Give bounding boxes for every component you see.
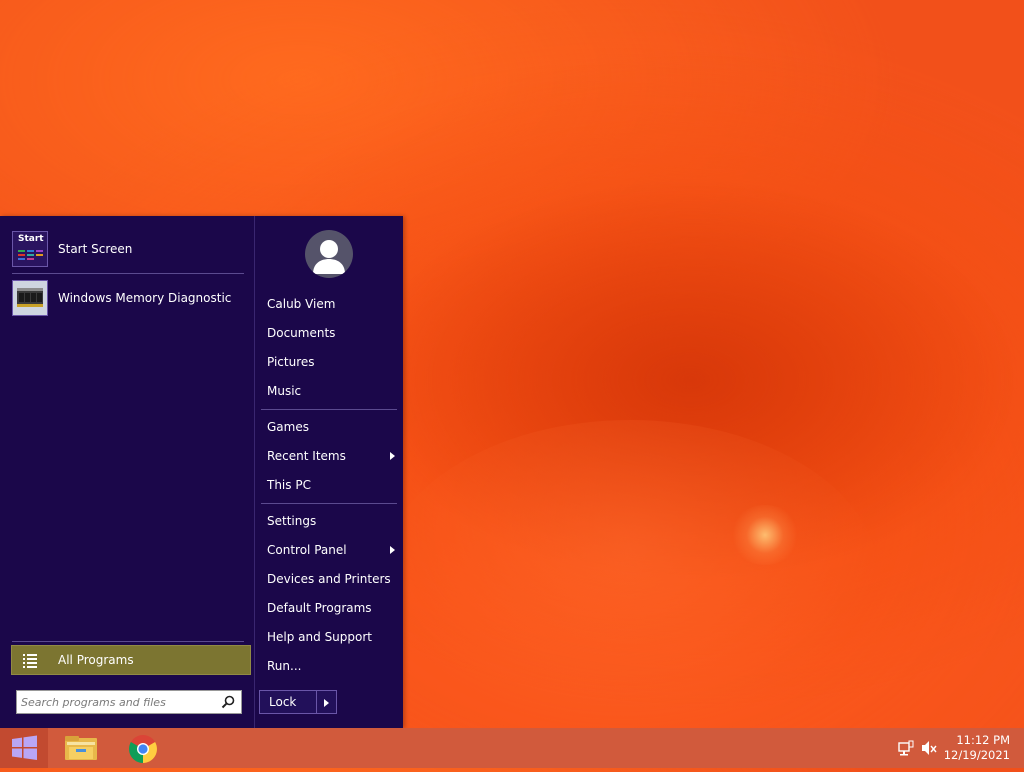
pinned-item-label: Start Screen bbox=[58, 242, 133, 256]
list-icon bbox=[23, 653, 37, 668]
submenu-arrow-icon bbox=[390, 546, 395, 554]
user-name: Calub Viem bbox=[267, 297, 336, 311]
menu-item-documents[interactable]: Documents bbox=[267, 322, 399, 344]
user-icon bbox=[313, 240, 345, 274]
menu-item-this-pc[interactable]: This PC bbox=[267, 474, 399, 496]
tray-network[interactable] bbox=[892, 728, 920, 768]
chevron-right-icon bbox=[324, 699, 329, 707]
network-icon bbox=[898, 740, 914, 756]
menu-item-label: This PC bbox=[267, 478, 311, 492]
menu-item-label: Devices and Printers bbox=[267, 572, 391, 586]
lock-button[interactable]: Lock bbox=[259, 690, 317, 714]
avatar[interactable] bbox=[305, 230, 353, 278]
menu-item-label: Run... bbox=[267, 659, 302, 673]
menu-item-label: Recent Items bbox=[267, 449, 346, 463]
menu-item-label: Help and Support bbox=[267, 630, 372, 644]
start-menu: Start Start Screen Windows Memory Diagno… bbox=[0, 216, 403, 728]
menu-item-label: Control Panel bbox=[267, 543, 347, 557]
clock-time: 11:12 PM bbox=[956, 733, 1010, 747]
menu-item-settings[interactable]: Settings bbox=[267, 510, 399, 532]
lock-group: Lock bbox=[259, 690, 337, 714]
pinned-separator bbox=[12, 273, 244, 274]
taskbar-file-explorer[interactable] bbox=[54, 728, 110, 768]
memory-chip-icon bbox=[12, 280, 48, 316]
pinned-item-label: Windows Memory Diagnostic bbox=[58, 291, 232, 305]
menu-item-control-panel[interactable]: Control Panel bbox=[267, 539, 399, 561]
lock-options-button[interactable] bbox=[317, 690, 337, 714]
menu-item-devices-and-printers[interactable]: Devices and Printers bbox=[267, 568, 399, 590]
taskbar-chrome[interactable] bbox=[115, 728, 171, 768]
taskbar: 11:12 PM 12/19/2021 bbox=[0, 728, 1024, 768]
menu-item-pictures[interactable]: Pictures bbox=[267, 351, 399, 373]
search-icon[interactable] bbox=[221, 695, 235, 709]
all-programs-button[interactable]: All Programs bbox=[11, 645, 251, 675]
start-button[interactable] bbox=[0, 728, 48, 768]
menu-item-recent-items[interactable]: Recent Items bbox=[267, 445, 399, 467]
menu-separator bbox=[261, 503, 397, 504]
menu-item-label: Documents bbox=[267, 326, 336, 340]
windows-logo-icon bbox=[12, 735, 37, 760]
menu-item-run[interactable]: Run... bbox=[267, 655, 399, 677]
menu-item-label: Default Programs bbox=[267, 601, 372, 615]
pinned-memory-diagnostic[interactable]: Windows Memory Diagnostic bbox=[12, 277, 244, 319]
search-box[interactable] bbox=[16, 690, 242, 714]
search-input[interactable] bbox=[21, 693, 213, 711]
wallpaper-glow bbox=[730, 505, 800, 565]
chrome-icon bbox=[129, 735, 157, 763]
all-programs-separator bbox=[12, 641, 244, 642]
file-explorer-icon bbox=[65, 736, 97, 760]
lock-label: Lock bbox=[269, 695, 297, 709]
pinned-start-screen[interactable]: Start Start Screen bbox=[12, 228, 244, 270]
start-menu-right-pane: Calub Viem Documents Pictures Music Game… bbox=[254, 216, 404, 728]
submenu-arrow-icon bbox=[390, 452, 395, 460]
wallpaper-band bbox=[380, 420, 880, 740]
menu-item-label: Pictures bbox=[267, 355, 315, 369]
menu-separator bbox=[261, 409, 397, 410]
start-screen-icon: Start bbox=[12, 231, 48, 267]
all-programs-label: All Programs bbox=[58, 653, 134, 667]
start-menu-left-pane: Start Start Screen Windows Memory Diagno… bbox=[0, 216, 254, 728]
menu-item-music[interactable]: Music bbox=[267, 380, 399, 402]
menu-item-help-and-support[interactable]: Help and Support bbox=[267, 626, 399, 648]
menu-item-games[interactable]: Games bbox=[267, 416, 399, 438]
menu-item-label: Music bbox=[267, 384, 302, 398]
menu-item-default-programs[interactable]: Default Programs bbox=[267, 597, 399, 619]
taskbar-clock[interactable]: 11:12 PM 12/19/2021 bbox=[930, 733, 1010, 763]
menu-item-label: Settings bbox=[267, 514, 317, 528]
start-tile-text: Start bbox=[18, 234, 44, 244]
clock-date: 12/19/2021 bbox=[943, 748, 1010, 762]
user-name-link[interactable]: Calub Viem bbox=[267, 293, 399, 315]
menu-item-label: Games bbox=[267, 420, 309, 434]
